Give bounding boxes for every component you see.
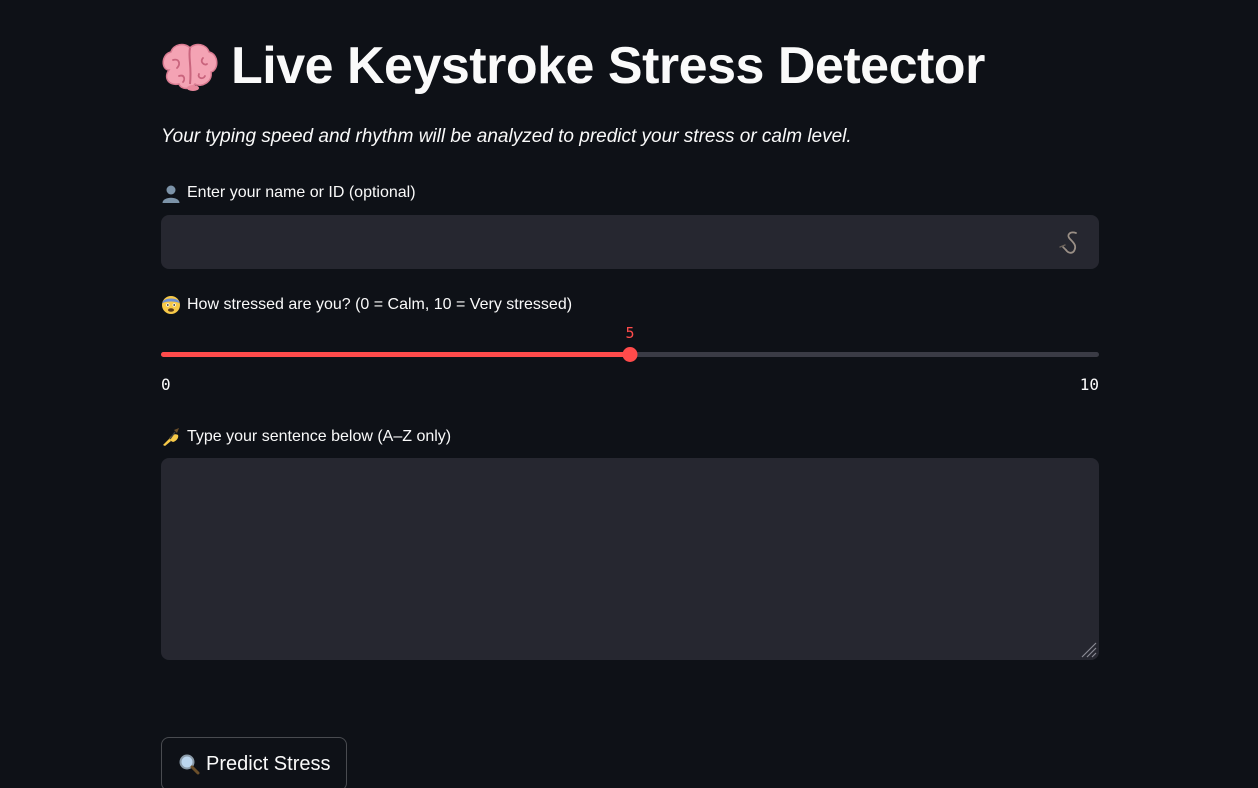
sentence-field-label-text: Type your sentence below (A–Z only) — [187, 428, 452, 445]
anxious-face-icon — [162, 296, 180, 314]
sentence-textarea[interactable] — [161, 458, 1099, 660]
slider-fill — [161, 352, 630, 357]
hook-icon[interactable] — [1057, 229, 1085, 257]
stress-slider-label: How stressed are you? (0 = Calm, 10 = Ve… — [161, 294, 572, 316]
page-title: Live Keystroke Stress Detector — [159, 34, 985, 98]
title-text: Live Keystroke Stress Detector — [231, 37, 985, 95]
name-input-container — [161, 215, 1099, 269]
slider-min-label: 0 — [161, 375, 171, 394]
slider-max-label: 10 — [1079, 375, 1099, 394]
sentence-field-label: Type your sentence below (A–Z only) — [161, 426, 451, 448]
stress-slider-label-text: How stressed are you? (0 = Calm, 10 = Ve… — [187, 296, 573, 313]
resize-grip-icon[interactable] — [1079, 640, 1097, 658]
magnifying-glass-icon — [179, 754, 200, 775]
subtitle: Your typing speed and rhythm will be ana… — [161, 126, 852, 147]
name-field-label: Enter your name or ID (optional) — [161, 182, 416, 204]
name-input[interactable] — [161, 215, 1041, 269]
slider-thumb[interactable] — [622, 347, 638, 362]
app-page: Live Keystroke Stress Detector Your typi… — [0, 0, 1258, 788]
sentence-textarea-container — [161, 458, 1099, 660]
stress-slider[interactable]: 5 0 10 — [161, 324, 1099, 398]
user-silhouette-icon — [162, 185, 180, 203]
name-field-label-text: Enter your name or ID (optional) — [187, 184, 416, 201]
predict-stress-button-label: Predict Stress — [206, 752, 331, 775]
brain-icon — [162, 43, 218, 91]
writing-hand-icon — [163, 428, 179, 446]
slider-current-value: 5 — [625, 324, 635, 342]
predict-stress-button[interactable]: Predict Stress — [161, 737, 348, 788]
